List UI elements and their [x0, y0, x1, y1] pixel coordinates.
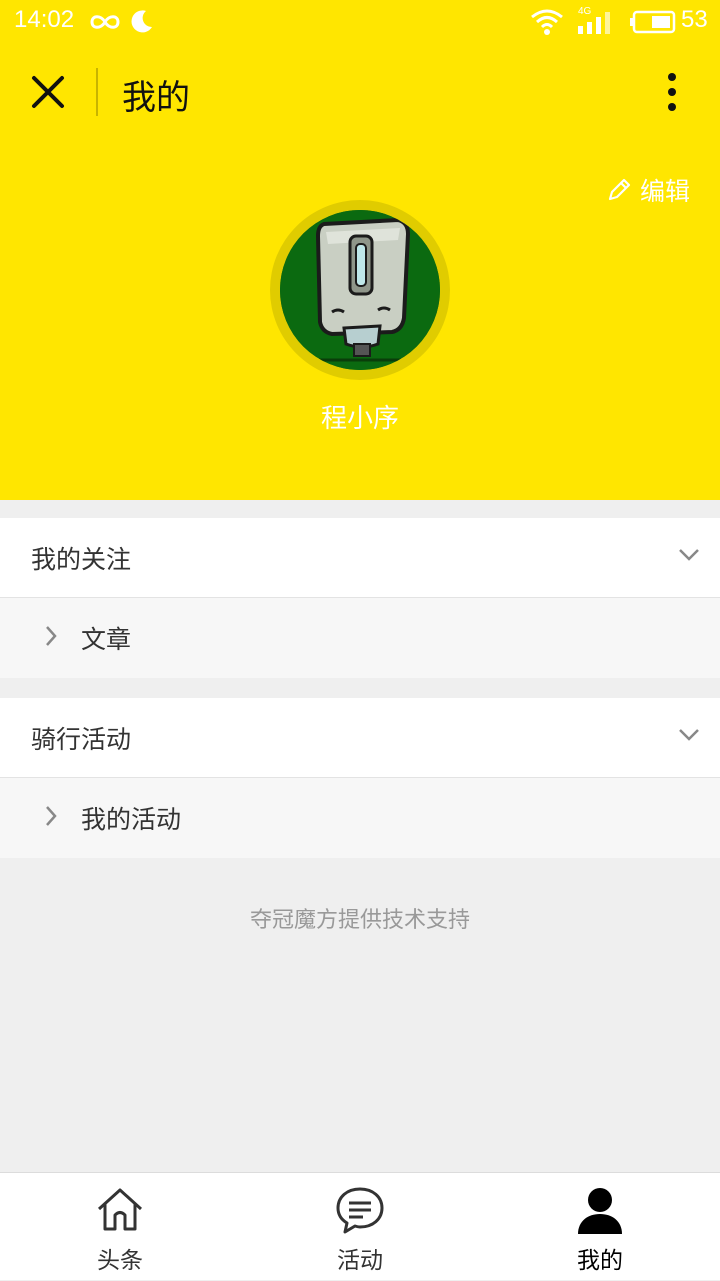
list-item-label: 文章: [81, 625, 132, 654]
signal-icon: [578, 12, 610, 34]
home-icon: [97, 1188, 143, 1231]
more-icon[interactable]: [662, 72, 682, 112]
infinity-icon: [90, 15, 120, 29]
list-item-articles[interactable]: 文章: [0, 598, 720, 678]
support-text: 夺冠魔方提供技术支持: [249, 908, 470, 933]
tab-label: 活动: [337, 1248, 383, 1274]
status-time: 14:02: [14, 6, 75, 33]
tab-label: 头条: [97, 1248, 143, 1274]
user-icon: [578, 1188, 622, 1234]
tab-label: 我的: [577, 1248, 623, 1274]
chevron-down-icon: [679, 729, 699, 741]
chat-icon: [336, 1187, 384, 1234]
battery-icon: [630, 10, 676, 34]
wifi-icon: [531, 9, 563, 35]
chevron-right-icon: [46, 626, 57, 646]
section-header-follow[interactable]: 我的关注: [0, 518, 720, 598]
chevron-down-icon: [679, 549, 699, 561]
tab-mine[interactable]: 我的: [480, 1173, 720, 1281]
moon-icon: [131, 10, 152, 33]
section-title: 骑行活动: [31, 725, 132, 754]
tab-bar: 头条 活动 我的: [0, 1172, 720, 1280]
chevron-right-icon: [46, 806, 57, 826]
avatar[interactable]: [280, 210, 440, 370]
tab-activities[interactable]: 活动: [240, 1173, 480, 1281]
tab-headlines[interactable]: 头条: [0, 1173, 240, 1281]
list-item-my-activities[interactable]: 我的活动: [0, 778, 720, 858]
robot-avatar-icon: [280, 210, 440, 370]
pencil-icon: [608, 178, 631, 201]
edit-label: 编辑: [640, 177, 691, 206]
section-header-cycling[interactable]: 骑行活动: [0, 698, 720, 778]
list-item-label: 我的活动: [81, 805, 182, 834]
username: 程小序: [320, 404, 399, 434]
close-icon[interactable]: [30, 74, 66, 110]
edit-button[interactable]: 编辑: [606, 172, 690, 208]
battery-level: 53: [681, 6, 708, 33]
status-bar: 14:02 4G 53: [0, 0, 720, 44]
section-title: 我的关注: [31, 545, 132, 574]
page-title: 我的: [122, 78, 190, 118]
header-divider: [96, 68, 98, 116]
